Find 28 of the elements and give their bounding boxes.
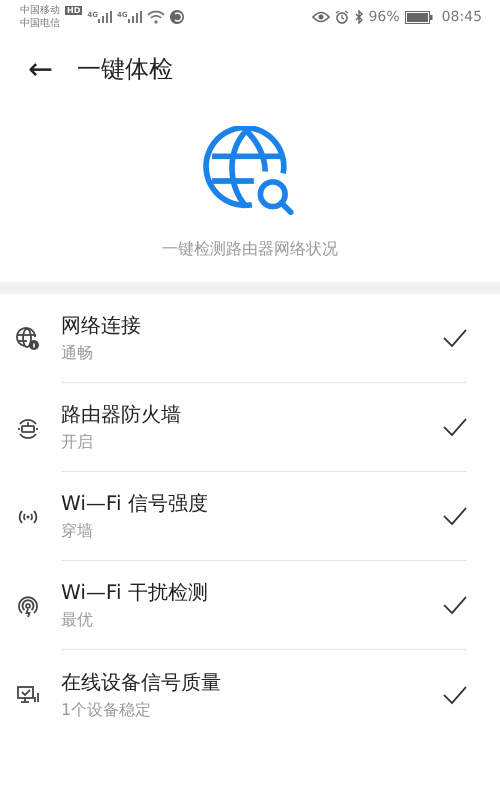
check-item-status: 通畅 (61, 343, 94, 364)
page-title: 一键体检 (77, 54, 174, 85)
check-item-title: Wi—Fi 信号强度 (61, 490, 208, 517)
app-icon (170, 10, 184, 24)
battery-percentage: 96% (368, 9, 400, 25)
carrier-name: 中国移动 (20, 4, 60, 17)
battery-icon (404, 10, 433, 24)
signal-icon (128, 11, 142, 23)
wifi-icon (146, 10, 165, 24)
subtitle: 一键检测路由器网络状况 (162, 239, 338, 260)
check-item-status: 穿墙 (61, 521, 94, 542)
signal-icon (98, 11, 112, 23)
back-button[interactable]: ← (24, 52, 58, 86)
check-item-title: 路由器防火墙 (61, 401, 181, 428)
check-item-status: 开启 (61, 432, 94, 453)
check-item-title: Wi—Fi 干扰检测 (61, 579, 208, 606)
check-item-title: 在线设备信号质量 (61, 668, 221, 696)
check-item-title: 网络连接 (61, 312, 141, 339)
check-item-status: 1个设备稳定 (61, 700, 152, 720)
carrier-name: 中国电信 (20, 17, 60, 30)
hotspot-icon (16, 594, 40, 618)
globe-info-icon (16, 326, 40, 350)
bluetooth-icon (354, 10, 364, 24)
hd-badge: HD (65, 6, 82, 15)
clock-time: 08:45 (442, 9, 482, 25)
eye-icon (312, 11, 330, 23)
check-item-status: 最优 (61, 610, 94, 631)
alarm-icon (334, 10, 349, 24)
